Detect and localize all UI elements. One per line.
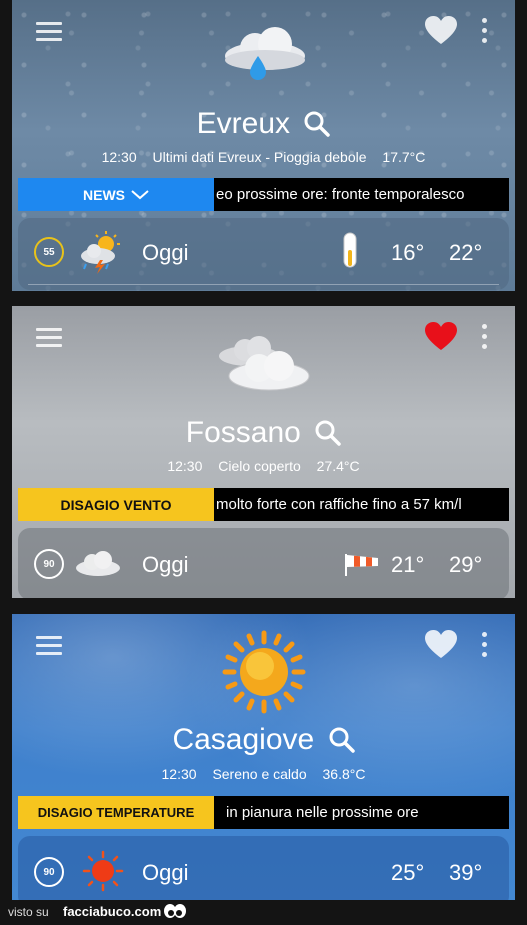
badge: 90	[34, 549, 64, 579]
temperature: 27.4°C	[316, 458, 360, 474]
forecast-row[interactable]: 55 Oggi 16° 22°	[18, 218, 509, 290]
city-panel-evreux: Evreux 12:30 Ultimi dati Evreux - Pioggi…	[12, 0, 515, 291]
heart-icon[interactable]	[425, 16, 457, 46]
temp-max: 22°	[449, 240, 483, 265]
city-name: Casagiove	[172, 723, 315, 757]
ticker-label-text: NEWS	[83, 186, 125, 203]
overcast-clouds-icon	[219, 336, 310, 391]
city-panel-fossano: Fossano 12:30 Cielo coperto 27.4°C DISAG…	[12, 306, 515, 598]
ticker-text: molto forte con raffiche fino a 57 km/l	[216, 496, 462, 513]
watermark-prefix: visto su	[8, 905, 49, 919]
forecast-day: Oggi	[142, 860, 189, 885]
status-line: 12:30 Cielo coperto 27.4°C	[12, 458, 515, 474]
city-name: Fossano	[185, 416, 301, 450]
sun-icon	[82, 850, 124, 892]
forecast-row[interactable]: 90 Oggi 25° 39°	[18, 836, 509, 900]
search-icon[interactable]	[329, 727, 355, 753]
time: 12:30	[167, 458, 203, 474]
menu-icon[interactable]	[36, 328, 62, 348]
ticker-text: in pianura nelle prossime ore	[226, 804, 419, 821]
forecast-day: Oggi	[142, 240, 189, 265]
news-ticker[interactable]: NEWS eo prossime ore: fronte temporalesc…	[18, 178, 509, 211]
status-line: 12:30 Ultimi dati Evreux - Pioggia debol…	[12, 149, 515, 165]
watermark-bar: visto su facciabuco.com	[0, 900, 527, 925]
search-icon[interactable]	[304, 111, 331, 137]
temp-min: 16°	[391, 240, 425, 265]
temperature: 17.7°C	[382, 149, 426, 165]
city-title[interactable]: Evreux	[12, 106, 515, 141]
more-options-icon[interactable]	[482, 324, 488, 352]
watermark-brand: facciabuco.com	[63, 904, 162, 919]
ticker-label[interactable]: DISAGIO VENTO	[18, 488, 214, 521]
city-name: Evreux	[196, 107, 291, 141]
eyes-logo-icon	[164, 904, 186, 918]
heart-icon[interactable]	[425, 630, 457, 660]
forecast-row[interactable]: 90 Oggi 21° 29°	[18, 528, 509, 598]
menu-icon[interactable]	[36, 636, 62, 656]
ticker-label[interactable]: DISAGIO TEMPERATURE	[18, 796, 214, 829]
thunderstorm-sun-icon	[81, 231, 120, 274]
time: 12:30	[101, 149, 137, 165]
more-options-icon[interactable]	[482, 18, 488, 46]
menu-icon[interactable]	[36, 22, 62, 42]
windsock-icon	[345, 554, 378, 576]
heart-icon[interactable]	[425, 322, 457, 352]
more-options-icon[interactable]	[482, 632, 488, 660]
chevron-down-icon	[131, 189, 149, 199]
city-panel-casagiove: Casagiove 12:30 Sereno e caldo 36.8°C DI…	[12, 614, 515, 900]
divider	[28, 284, 499, 285]
badge: 90	[34, 857, 64, 887]
temp-max: 29°	[449, 552, 483, 577]
condition: Sereno e caldo	[212, 766, 307, 782]
temp-max: 39°	[449, 860, 483, 885]
alert-ticker[interactable]: DISAGIO TEMPERATURE in pianura nelle pro…	[18, 796, 509, 829]
temperature: 36.8°C	[322, 766, 366, 782]
city-title[interactable]: Fossano	[12, 415, 515, 450]
search-icon[interactable]	[315, 420, 341, 446]
condition: Cielo coperto	[218, 458, 301, 474]
thermometer-icon	[343, 232, 357, 268]
forecast-day: Oggi	[142, 552, 189, 577]
cloud-icon	[76, 551, 120, 576]
temp-min: 25°	[391, 860, 425, 885]
condition: Ultimi dati Evreux - Pioggia debole	[152, 149, 367, 165]
status-line: 12:30 Sereno e caldo 36.8°C	[12, 766, 515, 782]
temp-min: 21°	[391, 552, 425, 577]
ticker-text: eo prossime ore: fronte temporalesco	[216, 186, 465, 203]
rain-cloud-icon	[225, 27, 305, 80]
alert-ticker[interactable]: DISAGIO VENTO molto forte con raffiche f…	[18, 488, 509, 521]
sun-icon	[222, 630, 306, 714]
badge: 55	[34, 237, 64, 267]
ticker-label[interactable]: NEWS	[18, 178, 214, 211]
time: 12:30	[161, 766, 197, 782]
city-title[interactable]: Casagiove	[12, 722, 515, 757]
